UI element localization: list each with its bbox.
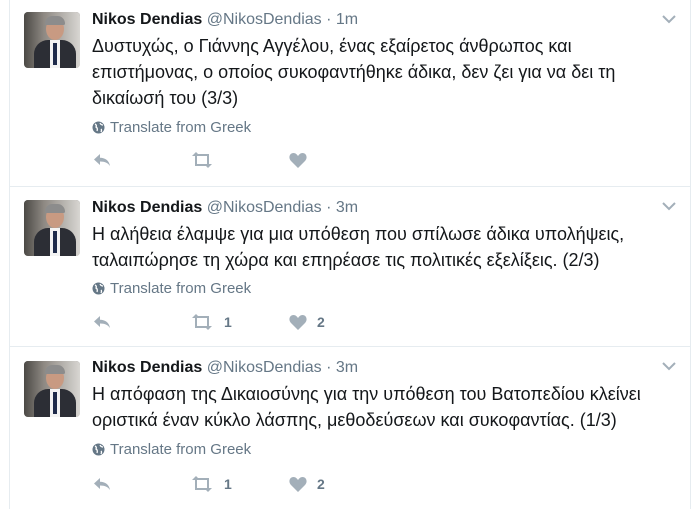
tweet-header: Nikos Dendias @NikosDendias · 3m xyxy=(92,359,358,379)
like-button[interactable] xyxy=(289,152,317,168)
globe-icon xyxy=(92,121,105,134)
avatar[interactable] xyxy=(24,361,80,417)
translate-link[interactable]: Translate from Greek xyxy=(92,119,251,136)
separator-dot: · xyxy=(326,359,332,376)
reply-icon xyxy=(94,316,110,328)
chevron-down-icon[interactable] xyxy=(662,361,676,371)
author-name[interactable]: Nikos Dendias xyxy=(92,11,202,28)
avatar[interactable] xyxy=(24,200,80,256)
tweet-text-line: επιστήμονας, ο οποίος συκοφαντήθηκε άδικ… xyxy=(92,62,616,82)
reply-button[interactable] xyxy=(92,314,112,330)
timestamp[interactable]: 1m xyxy=(336,11,358,28)
timestamp[interactable]: 3m xyxy=(336,199,358,216)
reply-button[interactable] xyxy=(92,476,112,492)
chevron-down-icon[interactable] xyxy=(662,201,676,211)
retweet-icon xyxy=(192,152,212,168)
globe-icon xyxy=(92,443,105,456)
retweet-button[interactable]: 1 xyxy=(190,476,232,492)
author-handle[interactable]: @NikosDendias xyxy=(207,359,322,376)
translate-label: Translate from Greek xyxy=(110,119,252,136)
author-handle[interactable]: @NikosDendias xyxy=(207,11,322,28)
reply-button[interactable] xyxy=(92,152,112,168)
heart-icon xyxy=(289,153,307,168)
tweet-text: Η αλήθεια έλαμψε για μια υπόθεση που σπί… xyxy=(92,221,672,273)
tweet[interactable]: Nikos Dendias @NikosDendias · 3m Η αλήθε… xyxy=(10,187,690,346)
timeline: Nikos Dendias @NikosDendias · 1m Δυστυχώ… xyxy=(0,0,700,509)
retweet-count: 1 xyxy=(224,476,232,492)
tweet-text-line: Δυστυχώς, ο Γιάννης Αγγέλου, ένας εξαίρε… xyxy=(92,36,572,56)
heart-icon xyxy=(289,315,307,330)
separator-dot: · xyxy=(326,11,332,28)
chevron-down-icon[interactable] xyxy=(662,14,676,24)
tweet-text: Δυστυχώς, ο Γιάννης Αγγέλου, ένας εξαίρε… xyxy=(92,33,672,111)
tweet-text: Η απόφαση της Δικαιοσύνης για την υπόθεσ… xyxy=(92,381,672,433)
reply-icon xyxy=(94,154,110,166)
translate-link[interactable]: Translate from Greek xyxy=(92,441,251,458)
tweet-actions xyxy=(92,152,392,172)
tweet-text-line: δικαίωσή του (3/3) xyxy=(92,88,239,108)
author-name[interactable]: Nikos Dendias xyxy=(92,359,202,376)
author-name[interactable]: Nikos Dendias xyxy=(92,199,202,216)
author-handle[interactable]: @NikosDendias xyxy=(207,199,322,216)
timestamp[interactable]: 3m xyxy=(336,359,358,376)
tweet-text-line: Η αλήθεια έλαμψε για μια υπόθεση που σπί… xyxy=(92,224,625,244)
translate-label: Translate from Greek xyxy=(110,441,252,458)
translate-label: Translate from Greek xyxy=(110,280,252,297)
retweet-button[interactable] xyxy=(190,152,224,168)
like-button[interactable]: 2 xyxy=(289,476,325,492)
timeline-border-right xyxy=(690,0,691,509)
like-count: 2 xyxy=(317,476,325,492)
heart-icon xyxy=(289,477,307,492)
retweet-icon xyxy=(192,476,212,492)
tweet-header: Nikos Dendias @NikosDendias · 1m xyxy=(92,11,358,31)
tweet-text-line: οριστικά έναν κύκλο λάσπης, μεθοδεύσεων … xyxy=(92,410,617,430)
tweet-text-line: Η απόφαση της Δικαιοσύνης για την υπόθεσ… xyxy=(92,384,641,404)
tweet-text-line: ταλαιπώρησε τη χώρα και επηρέασε τις πολ… xyxy=(92,250,600,270)
tweet[interactable]: Nikos Dendias @NikosDendias · 3m Η απόφα… xyxy=(10,347,690,509)
retweet-button[interactable]: 1 xyxy=(190,314,232,330)
tweet-actions: 1 2 xyxy=(92,476,392,496)
like-count: 2 xyxy=(317,314,325,330)
tweet-actions: 1 2 xyxy=(92,314,392,334)
translate-link[interactable]: Translate from Greek xyxy=(92,280,251,297)
tweet-header: Nikos Dendias @NikosDendias · 3m xyxy=(92,199,358,219)
reply-icon xyxy=(94,478,110,490)
globe-icon xyxy=(92,282,105,295)
retweet-icon xyxy=(192,314,212,330)
avatar[interactable] xyxy=(24,12,80,68)
retweet-count: 1 xyxy=(224,314,232,330)
tweet[interactable]: Nikos Dendias @NikosDendias · 1m Δυστυχώ… xyxy=(10,0,690,186)
separator-dot: · xyxy=(326,199,332,216)
like-button[interactable]: 2 xyxy=(289,314,325,330)
